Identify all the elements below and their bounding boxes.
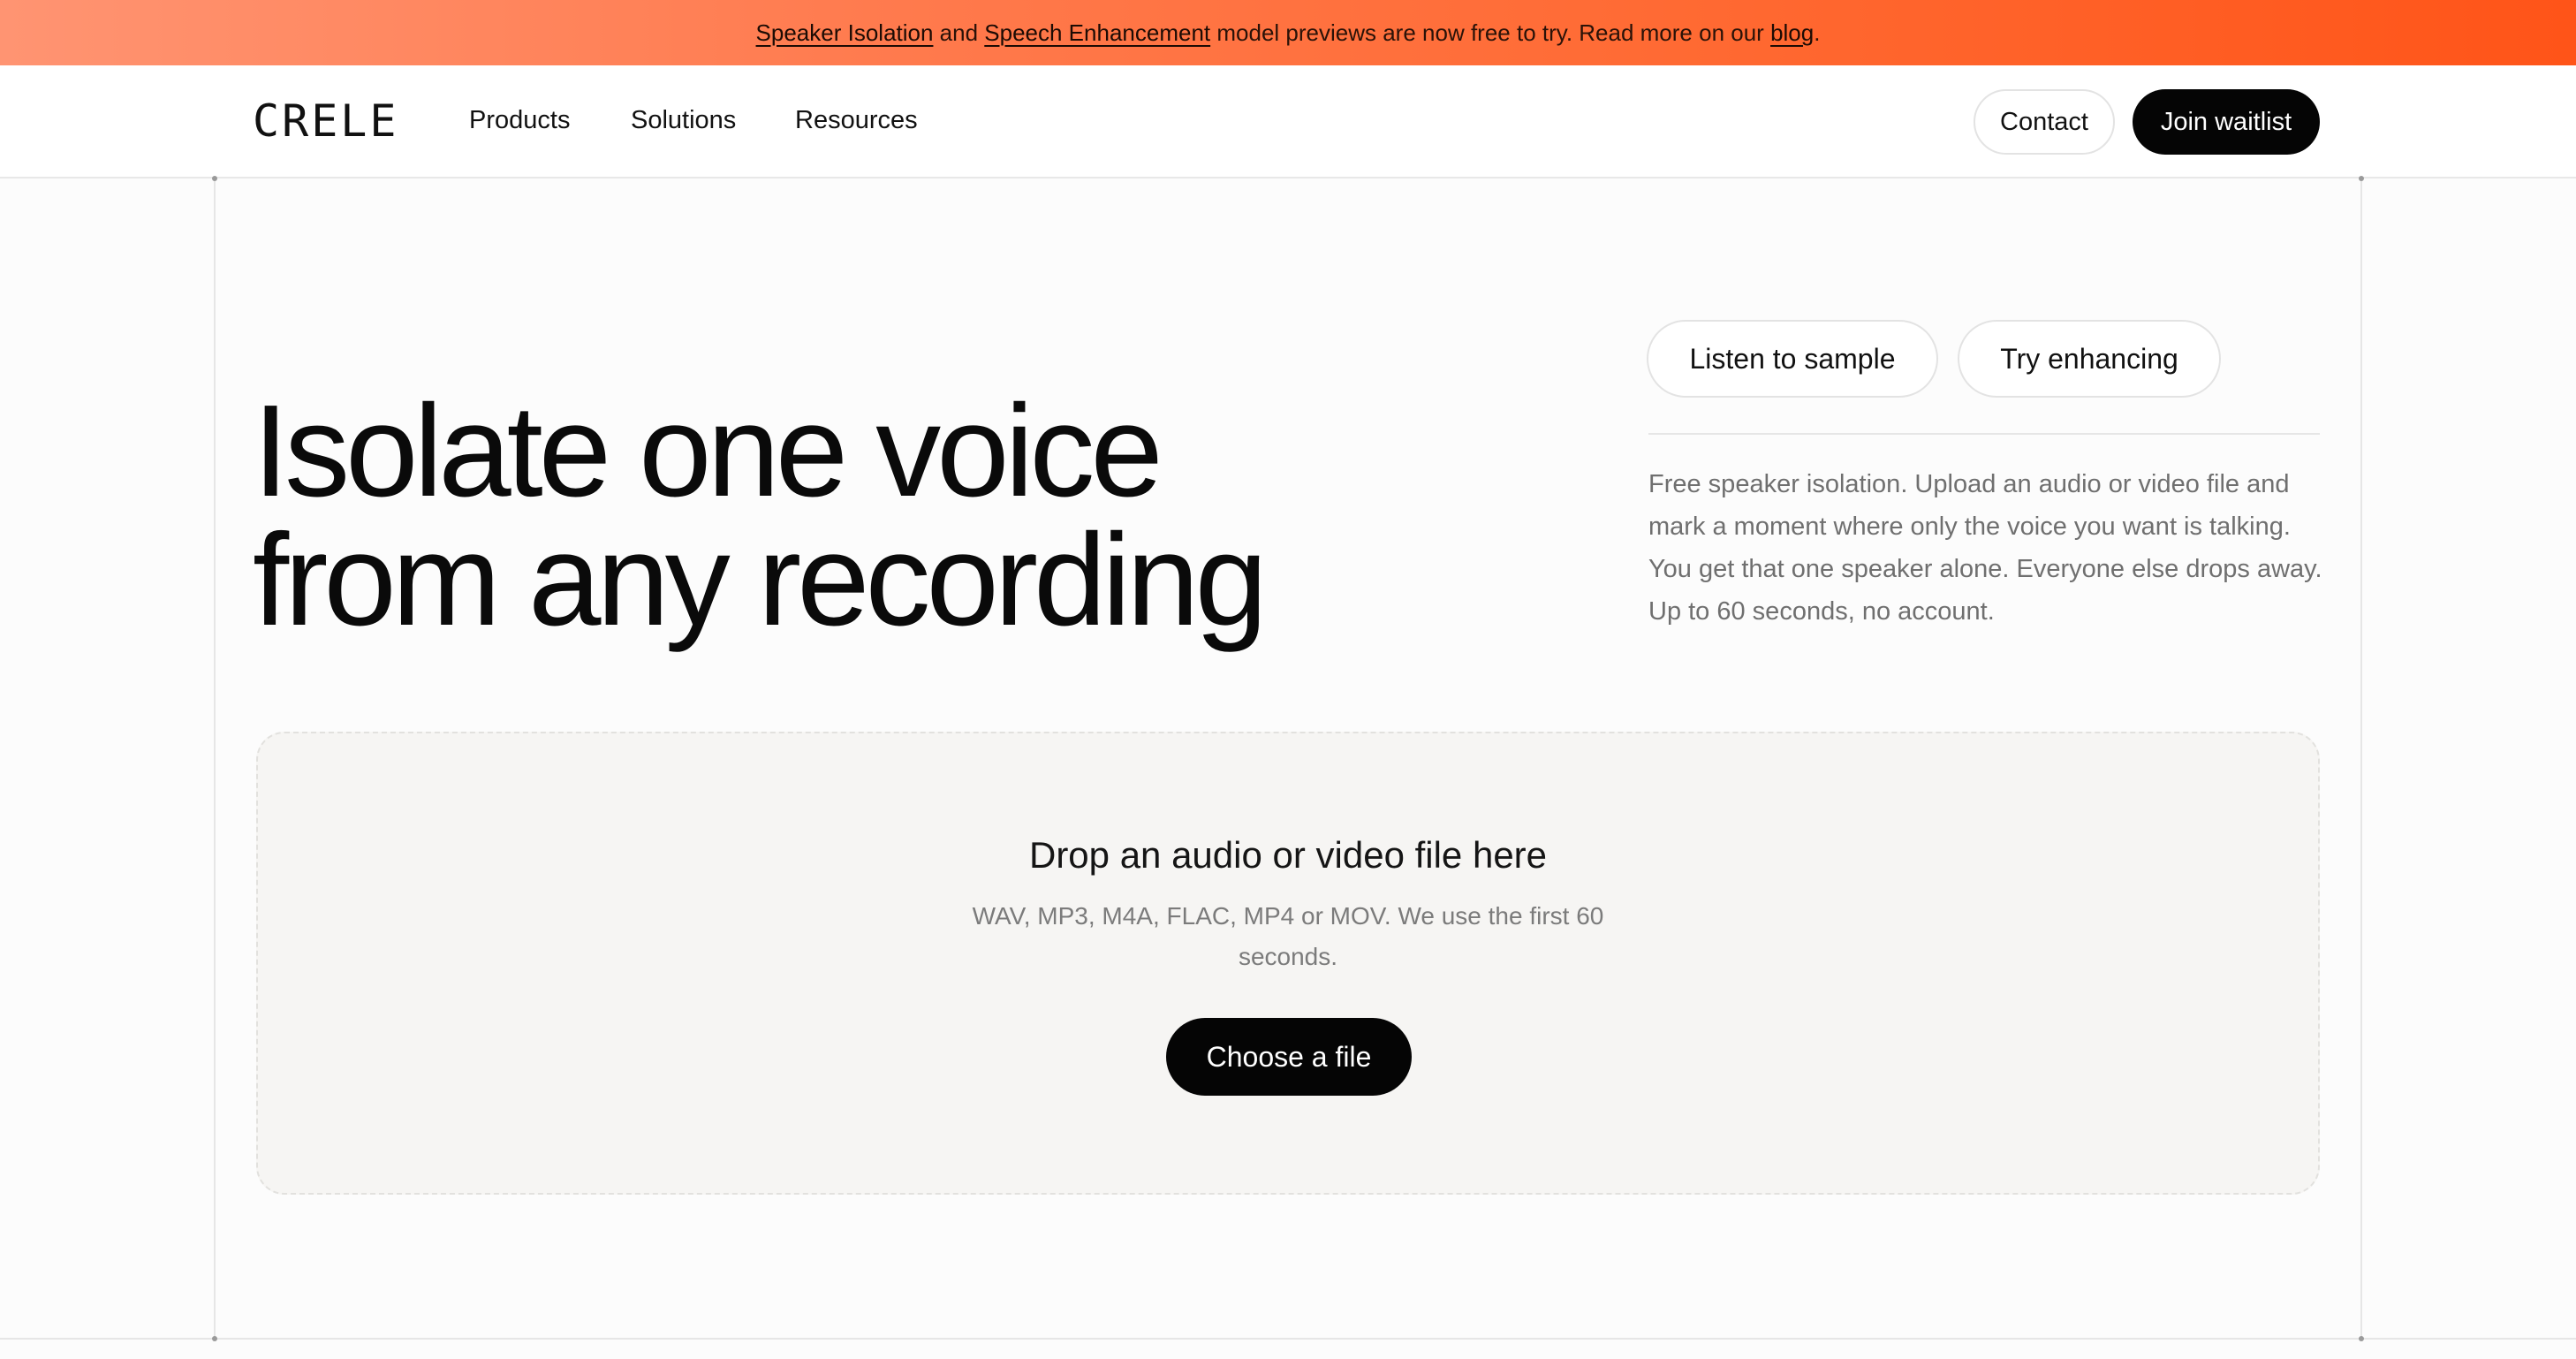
frame-corner-dot <box>212 1336 217 1341</box>
hero-divider <box>1648 433 2320 435</box>
speaker-isolation-link[interactable]: Speaker Isolation <box>756 19 934 47</box>
hero-description: Free speaker isolation. Upload an audio … <box>1648 470 2322 626</box>
frame-corner-dot <box>212 176 217 181</box>
banner-text-and: and <box>933 19 985 46</box>
try-enhancing-button[interactable]: Try enhancing <box>1958 320 2221 398</box>
banner-text-period: . <box>1814 19 1821 46</box>
blog-link[interactable]: blog <box>1770 19 1814 47</box>
frame-right-line <box>2360 178 2362 1340</box>
announcement-banner: Speaker Isolation and Speech Enhancement… <box>0 0 2576 65</box>
speech-enhancement-link[interactable]: Speech Enhancement <box>984 19 1210 47</box>
choose-file-button[interactable]: Choose a file <box>1166 1018 1412 1096</box>
frame-bottom-line <box>0 1338 2576 1340</box>
nav-resources[interactable]: Resources <box>795 106 918 135</box>
site-header: CRELE Products Solutions Resources Conta… <box>0 65 2576 178</box>
contact-button[interactable]: Contact <box>1974 89 2115 155</box>
frame-left-line <box>214 178 216 1340</box>
frame-corner-dot <box>2359 176 2364 181</box>
frame-corner-dot <box>2359 1336 2364 1341</box>
file-dropzone[interactable]: Drop an audio or video file here WAV, MP… <box>256 732 2320 1195</box>
banner-text-main: model previews are now free to try. Read… <box>1210 19 1771 46</box>
nav-products[interactable]: Products <box>469 106 570 135</box>
nav-solutions[interactable]: Solutions <box>631 106 736 135</box>
page-title: Isolate one voice from any recording <box>253 386 1401 646</box>
join-waitlist-button[interactable]: Join waitlist <box>2133 89 2320 155</box>
dropzone-title: Drop an audio or video file here <box>1028 834 1548 876</box>
listen-to-sample-button[interactable]: Listen to sample <box>1647 320 1938 398</box>
headline-line-1: Isolate one voice <box>253 378 1163 524</box>
headline-line-2: from any recording <box>253 507 1268 653</box>
brand-logo[interactable]: CRELE <box>253 95 399 147</box>
dropzone-subtitle: WAV, MP3, M4A, FLAC, MP4 or MOV. We use … <box>972 902 1604 970</box>
page-root: Speaker Isolation and Speech Enhancement… <box>0 0 2576 1359</box>
